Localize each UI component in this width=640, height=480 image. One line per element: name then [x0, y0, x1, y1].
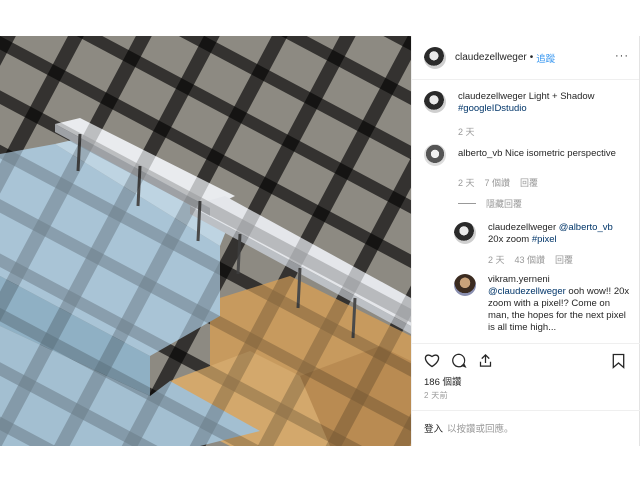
- post-photo[interactable]: [0, 36, 411, 446]
- reply-item: vikram.yerneni @claudezellweger ooh wow!…: [454, 274, 630, 334]
- comments-list: claudezellweger Light + Shadow #googleID…: [412, 81, 640, 337]
- commenter-avatar[interactable]: [424, 144, 446, 166]
- reply-text: 20x zoom: [488, 234, 530, 245]
- comment-likes[interactable]: 7 個讚: [485, 176, 511, 189]
- reply-likes[interactable]: 43 個讚: [515, 253, 546, 266]
- photo-illustration: [0, 36, 411, 446]
- caption-body: claudezellweger Light + Shadow #googleID…: [458, 91, 595, 115]
- reply-avatar[interactable]: [454, 222, 476, 244]
- separator-dot: •: [529, 52, 534, 63]
- login-prompt-text: 以按讚或回應。: [447, 424, 514, 435]
- follow-button[interactable]: 追蹤: [536, 51, 555, 65]
- comment-meta: 2 天 7 個讚 回覆: [458, 176, 630, 189]
- reply-username[interactable]: vikram.yerneni: [488, 274, 550, 285]
- reply-body: claudezellweger @alberto_vb 20x zoom #pi…: [488, 222, 613, 246]
- share-icon[interactable]: [478, 353, 493, 368]
- caption-avatar[interactable]: [424, 91, 446, 113]
- comment-body: alberto_vb Nice isometric perspective: [458, 148, 616, 160]
- login-prompt: 登入 以按讚或回應。: [412, 410, 640, 446]
- comment-reply-button[interactable]: 回覆: [520, 176, 538, 189]
- reply-time[interactable]: 2 天: [488, 253, 505, 266]
- post-container: claudezellweger • 追蹤 ··· claudezellweger…: [0, 36, 640, 446]
- caption-time[interactable]: 2 天: [458, 125, 475, 138]
- comment-username[interactable]: alberto_vb: [458, 148, 502, 159]
- login-link[interactable]: 登入: [424, 424, 443, 435]
- reply-avatar[interactable]: [454, 274, 476, 296]
- comment-text: Nice isometric perspective: [505, 148, 616, 159]
- caption-comment: claudezellweger Light + Shadow #googleID…: [424, 91, 630, 115]
- caption-text: Light + Shadow: [528, 91, 595, 102]
- comment-time[interactable]: 2 天: [458, 176, 475, 189]
- likes-count[interactable]: 186 個讚: [424, 374, 462, 388]
- comment-item: alberto_vb Nice isometric perspective: [424, 144, 630, 166]
- caption-hashtag[interactable]: #googleIDstudio: [458, 103, 527, 114]
- comment-icon[interactable]: [451, 353, 467, 368]
- post-header: claudezellweger • 追蹤 ···: [412, 36, 639, 80]
- reply-mention[interactable]: @alberto_vb: [559, 222, 613, 233]
- reply-body: vikram.yerneni @claudezellweger ooh wow!…: [488, 274, 630, 334]
- post-sidebar: claudezellweger • 追蹤 ··· claudezellweger…: [411, 36, 640, 446]
- toggle-line: [458, 203, 476, 204]
- reply-reply-button[interactable]: 回覆: [555, 253, 573, 266]
- reply-hashtag[interactable]: #pixel: [532, 234, 557, 245]
- more-options-icon[interactable]: ···: [615, 50, 629, 62]
- author-username[interactable]: claudezellweger: [455, 52, 527, 63]
- post-date[interactable]: 2 天前: [424, 390, 448, 401]
- caption-meta: 2 天: [458, 125, 630, 138]
- heart-icon[interactable]: [424, 353, 440, 368]
- author-avatar[interactable]: [424, 46, 446, 69]
- reply-username[interactable]: claudezellweger: [488, 222, 556, 233]
- bookmark-icon[interactable]: [612, 353, 625, 369]
- reply-item: claudezellweger @alberto_vb 20x zoom #pi…: [454, 222, 630, 246]
- hide-replies-label: 隱藏回覆: [486, 199, 523, 209]
- reply-meta: 2 天 43 個讚 回覆: [488, 253, 630, 266]
- reply-mention[interactable]: @claudezellweger: [488, 286, 566, 297]
- hide-replies-toggle[interactable]: 隱藏回覆: [458, 197, 630, 210]
- caption-username[interactable]: claudezellweger: [458, 91, 526, 102]
